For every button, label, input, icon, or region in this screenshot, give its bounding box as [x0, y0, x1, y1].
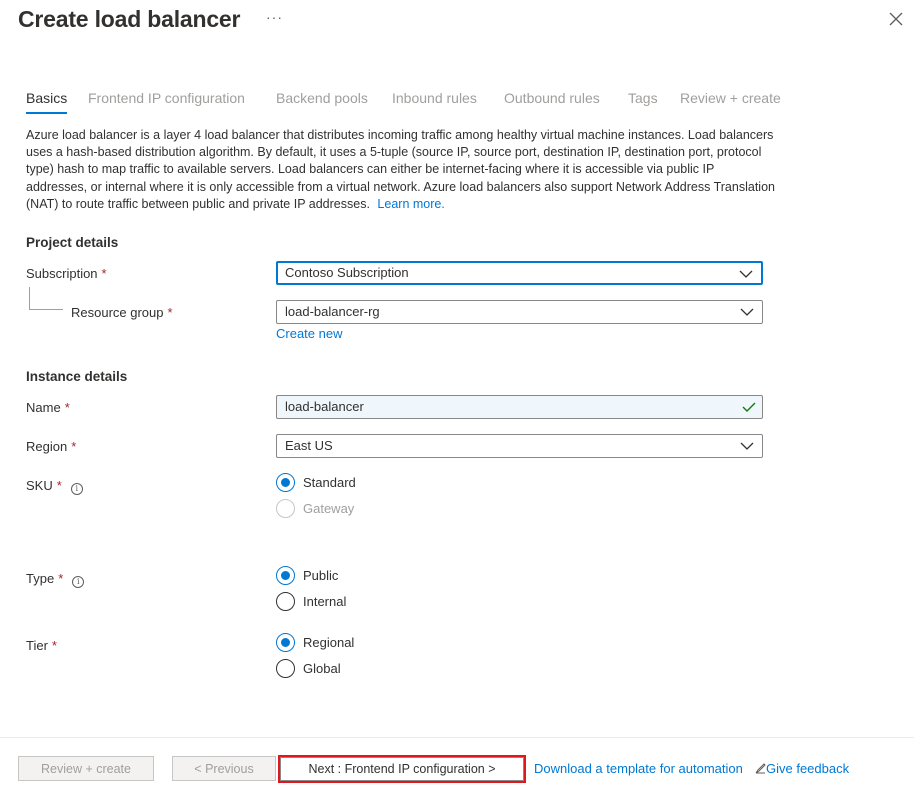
sku-label: SKU * i — [26, 478, 83, 495]
page-title: Create load balancer — [18, 6, 241, 32]
radio-circle — [276, 658, 295, 678]
footer-divider — [0, 737, 914, 738]
radio-circle — [276, 498, 295, 518]
sku-standard-label: Standard — [303, 474, 356, 490]
resource-group-label-text: Resource group — [71, 305, 164, 320]
type-label-text: Type — [26, 571, 55, 586]
more-options-button[interactable]: ··· — [266, 9, 283, 25]
tab-backend-pools[interactable]: Backend pools — [276, 90, 368, 106]
sku-standard-radio[interactable]: Standard — [276, 472, 356, 492]
resource-group-dropdown[interactable]: load-balancer-rg — [276, 300, 763, 324]
close-icon[interactable] — [888, 11, 904, 27]
instance-details-heading: Instance details — [26, 369, 128, 384]
tree-connector-horizontal — [29, 309, 63, 310]
radio-circle — [276, 565, 295, 585]
type-public-radio[interactable]: Public — [276, 565, 338, 585]
chevron-down-icon — [740, 442, 754, 450]
region-value: East US — [285, 438, 333, 453]
required-mark: * — [71, 439, 77, 454]
radio-circle — [276, 472, 295, 492]
tree-connector-vertical — [29, 287, 30, 309]
required-mark: * — [58, 571, 64, 586]
resource-group-label: Resource group * — [71, 305, 173, 320]
learn-more-link[interactable]: Learn more. — [377, 197, 444, 211]
tier-label-text: Tier — [26, 638, 48, 653]
sku-gateway-label: Gateway — [303, 500, 355, 516]
previous-button[interactable]: < Previous — [172, 756, 276, 781]
checkmark-icon — [742, 402, 756, 412]
feedback-icon — [755, 763, 766, 774]
give-feedback-link[interactable]: Give feedback — [755, 761, 849, 776]
type-internal-label: Internal — [303, 593, 347, 609]
description: Azure load balancer is a layer 4 load ba… — [26, 127, 776, 213]
next-frontend-ip-button[interactable]: Next : Frontend IP configuration > — [278, 755, 526, 783]
tier-regional-label: Regional — [303, 634, 355, 650]
subscription-value: Contoso Subscription — [285, 265, 409, 280]
subscription-dropdown[interactable]: Contoso Subscription — [276, 261, 763, 285]
tier-global-label: Global — [303, 660, 341, 676]
sku-gateway-radio: Gateway — [276, 498, 354, 518]
review-create-button[interactable]: Review + create — [18, 756, 154, 781]
tier-regional-radio[interactable]: Regional — [276, 632, 354, 652]
chevron-down-icon — [739, 270, 753, 278]
subscription-label-text: Subscription — [26, 266, 98, 281]
info-icon[interactable]: i — [70, 483, 83, 495]
tab-review-create[interactable]: Review + create — [680, 90, 781, 106]
name-label: Name * — [26, 400, 70, 415]
region-label-text: Region — [26, 439, 68, 454]
tab-inbound-rules[interactable]: Inbound rules — [392, 90, 477, 106]
required-mark: * — [51, 638, 57, 653]
download-template-link[interactable]: Download a template for automation — [534, 761, 743, 776]
subscription-label: Subscription * — [26, 266, 107, 281]
radio-circle — [276, 632, 295, 652]
sku-label-text: SKU — [26, 478, 53, 493]
project-details-heading: Project details — [26, 235, 119, 250]
name-label-text: Name — [26, 400, 61, 415]
info-icon[interactable]: i — [72, 576, 85, 588]
type-public-label: Public — [303, 567, 339, 583]
name-value: load-balancer — [285, 399, 364, 414]
tier-global-radio[interactable]: Global — [276, 658, 341, 678]
type-internal-radio[interactable]: Internal — [276, 591, 346, 611]
tab-tags[interactable]: Tags — [628, 90, 658, 106]
required-mark: * — [101, 266, 107, 281]
next-button-label: Next : Frontend IP configuration > — [280, 757, 524, 781]
create-new-link[interactable]: Create new — [276, 326, 342, 341]
tab-outbound-rules[interactable]: Outbound rules — [504, 90, 600, 106]
give-feedback-label: Give feedback — [766, 761, 850, 776]
required-mark: * — [64, 400, 70, 415]
required-mark: * — [167, 305, 173, 320]
tab-basics[interactable]: Basics — [26, 90, 68, 114]
region-label: Region * — [26, 439, 76, 454]
name-input[interactable]: load-balancer — [276, 395, 763, 419]
tab-frontend-ip-configuration[interactable]: Frontend IP configuration — [88, 90, 245, 106]
region-dropdown[interactable]: East US — [276, 434, 763, 458]
radio-circle — [276, 591, 295, 611]
type-label: Type * i — [26, 571, 85, 588]
resource-group-value: load-balancer-rg — [285, 304, 380, 319]
chevron-down-icon — [740, 308, 754, 316]
tier-label: Tier * — [26, 638, 57, 653]
required-mark: * — [56, 478, 62, 493]
